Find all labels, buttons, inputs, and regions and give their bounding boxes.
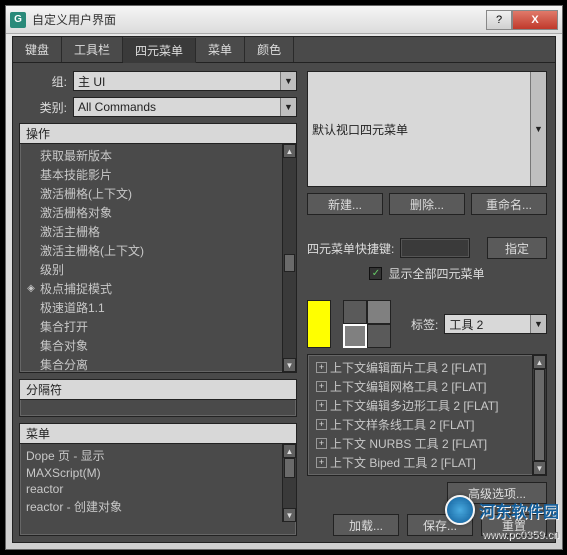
help-button[interactable]: ? [486, 10, 512, 30]
tree-item[interactable]: +上下文 Biped 工具 2 [FLAT] [312, 453, 542, 472]
label-combo-value: 工具 2 [449, 316, 483, 333]
quadmenu-select-value: 默认视口四元菜单 [312, 121, 408, 138]
separator-header[interactable]: 分隔符 [20, 380, 296, 400]
category-select[interactable]: All Commands ▼ [73, 97, 297, 117]
expand-icon[interactable]: + [316, 362, 327, 373]
quad-picker [343, 300, 391, 348]
dropdown-arrow-icon: ▼ [530, 72, 546, 186]
expand-icon[interactable]: + [316, 381, 327, 392]
load-button[interactable]: 加载... [333, 514, 399, 536]
menu-scrollbar: ▲ ▼ [282, 444, 296, 522]
color-swatch[interactable] [307, 300, 331, 348]
scroll-up-button[interactable]: ▲ [283, 444, 296, 458]
group-select-value: 主 UI [78, 73, 105, 90]
actions-scrollbar: ▲ ▼ [282, 144, 296, 372]
scroll-up-button[interactable]: ▲ [533, 355, 546, 369]
list-item[interactable]: 激活主栅格(上下文) [24, 241, 292, 260]
show-all-label: 显示全部四元菜单 [388, 265, 484, 282]
list-item[interactable]: 激活栅格(上下文) [24, 184, 292, 203]
dropdown-arrow-icon: ▼ [280, 72, 296, 90]
list-item[interactable]: reactor [24, 481, 292, 497]
list-item[interactable]: 集合分离 [24, 355, 292, 374]
group-select[interactable]: 主 UI ▼ [73, 71, 297, 91]
tree-item[interactable]: -内容 CAT 工具 2 [FLAT] [312, 472, 542, 476]
rename-button[interactable]: 重命名... [471, 193, 547, 215]
quadmenu-select[interactable]: 默认视口四元菜单 ▼ [307, 71, 547, 187]
client-area: 键盘 工具栏 四元菜单 菜单 颜色 组: 主 UI ▼ 类别: All [12, 36, 556, 543]
right-pane: 默认视口四元菜单 ▼ 新建... 删除... 重命名... 四元菜单快捷键: 指… [303, 63, 555, 542]
left-pane: 组: 主 UI ▼ 类别: All Commands ▼ 操作 [13, 63, 303, 542]
dropdown-arrow-icon: ▼ [280, 98, 296, 116]
scroll-down-button[interactable]: ▼ [533, 461, 546, 475]
quad-cell-bl[interactable] [343, 324, 367, 348]
dropdown-arrow-icon: ▼ [530, 315, 546, 333]
category-label: 类别: [19, 99, 67, 116]
category-select-value: All Commands [78, 100, 156, 114]
tab-color[interactable]: 颜色 [245, 37, 294, 62]
scroll-up-button[interactable]: ▲ [283, 144, 296, 158]
list-item[interactable]: ◈极点捕捉模式 [24, 279, 292, 298]
list-item[interactable]: reactor - 创建对象 [24, 497, 292, 516]
separator-listbox: 分隔符 [19, 379, 297, 417]
list-item[interactable]: 极速道路1.1 [24, 298, 292, 317]
tab-keyboard[interactable]: 键盘 [13, 37, 62, 62]
quad-cell-tl[interactable] [343, 300, 367, 324]
expand-icon[interactable]: + [316, 438, 327, 449]
menu-listbox: 菜单 Dope 页 - 显示 MAXScript(M) reactor reac… [19, 423, 297, 536]
tab-quadmenu[interactable]: 四元菜单 [123, 38, 196, 63]
shortcut-label: 四元菜单快捷键: [307, 240, 394, 257]
tree-item[interactable]: +上下文 NURBS 工具 2 [FLAT] [312, 434, 542, 453]
titlebar[interactable]: G 自定义用户界面 ? X [6, 6, 562, 34]
quad-tree: +上下文编辑面片工具 2 [FLAT] +上下文编辑网格工具 2 [FLAT] … [307, 354, 547, 476]
list-item[interactable]: 集合打开 [24, 317, 292, 336]
list-item[interactable]: 激活主栅格 [24, 222, 292, 241]
advanced-button[interactable]: 高级选项... [447, 482, 547, 504]
window-title: 自定义用户界面 [32, 11, 486, 28]
app-icon: G [10, 12, 26, 28]
list-item[interactable]: 集合对象 [24, 336, 292, 355]
tab-strip: 键盘 工具栏 四元菜单 菜单 颜色 [13, 37, 555, 63]
tree-item[interactable]: +上下文编辑网格工具 2 [FLAT] [312, 377, 542, 396]
scroll-thumb[interactable] [284, 458, 295, 478]
actions-listbox: 操作 获取最新版本 基本技能影片 激活栅格(上下文) 激活栅格对象 激活主栅格 … [19, 123, 297, 373]
tree-item[interactable]: +上下文编辑多边形工具 2 [FLAT] [312, 396, 542, 415]
menu-header[interactable]: 菜单 [20, 424, 296, 444]
actions-header[interactable]: 操作 [20, 124, 296, 144]
tab-menu[interactable]: 菜单 [196, 37, 245, 62]
list-item[interactable]: MAXScript(M) [24, 465, 292, 481]
save-button[interactable]: 保存... [407, 514, 473, 536]
tab-toolbar[interactable]: 工具栏 [62, 37, 123, 62]
label-label: 标签: [411, 316, 438, 333]
tree-item[interactable]: +上下文编辑面片工具 2 [FLAT] [312, 358, 542, 377]
list-item[interactable]: 基本技能影片 [24, 165, 292, 184]
reset-button[interactable]: 重置 [481, 514, 547, 536]
new-button[interactable]: 新建... [307, 193, 383, 215]
list-item[interactable]: 激活栅格对象 [24, 203, 292, 222]
actions-items: 获取最新版本 基本技能影片 激活栅格(上下文) 激活栅格对象 激活主栅格 激活主… [20, 144, 296, 376]
quad-cell-tr[interactable] [367, 300, 391, 324]
tree-item[interactable]: +上下文样条线工具 2 [FLAT] [312, 415, 542, 434]
list-item[interactable]: 获取最新版本 [24, 146, 292, 165]
pin-icon: ◈ [26, 284, 36, 294]
group-label: 组: [19, 73, 67, 90]
list-item[interactable]: Dope 页 - 显示 [24, 446, 292, 465]
scroll-thumb[interactable] [284, 254, 295, 272]
close-button[interactable]: X [512, 10, 558, 30]
assign-button[interactable]: 指定 [487, 237, 547, 259]
show-all-checkbox[interactable]: ✓ [369, 267, 382, 280]
expand-icon[interactable]: + [316, 400, 327, 411]
scroll-thumb[interactable] [534, 369, 545, 461]
expand-icon[interactable]: + [316, 419, 327, 430]
scroll-down-button[interactable]: ▼ [283, 508, 296, 522]
dialog-window: G 自定义用户界面 ? X 键盘 工具栏 四元菜单 菜单 颜色 组: 主 UI … [5, 5, 563, 550]
tree-scrollbar: ▲ ▼ [532, 355, 546, 475]
label-combo[interactable]: 工具 2 ▼ [444, 314, 547, 334]
expand-icon[interactable]: + [316, 457, 327, 468]
list-item[interactable]: 级别 [24, 260, 292, 279]
quad-cell-br[interactable] [367, 324, 391, 348]
shortcut-input[interactable] [400, 238, 470, 258]
scroll-down-button[interactable]: ▼ [283, 358, 296, 372]
delete-button[interactable]: 删除... [389, 193, 465, 215]
